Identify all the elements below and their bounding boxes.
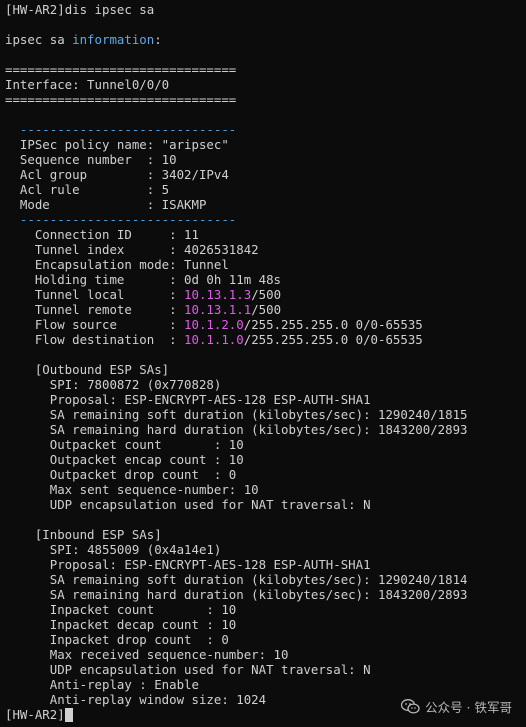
inbound-spi-text: SPI: 4855009 (0x4a14e1) — [49, 542, 222, 557]
inbound-soft-text: SA remaining soft duration (kilobytes/se… — [49, 572, 468, 587]
header-keyword: information — [72, 32, 155, 47]
command-line: [HW-AR2]dis ipsec sa — [5, 2, 526, 17]
tunnel-local-label: Tunnel local : — [34, 287, 185, 302]
connection-id-text: Connection ID : 11 — [34, 227, 199, 242]
outbound-max-seq-text: Max sent sequence-number: 10 — [49, 482, 259, 497]
command-text: dis ipsec sa — [64, 2, 155, 17]
inbound-title-text: [Inbound ESP SAs] — [34, 527, 162, 542]
tunnel-index-text: Tunnel index : 4026531842 — [34, 242, 259, 257]
policy-divider-top: ----------------------------- — [5, 122, 526, 137]
text-cursor — [64, 708, 73, 722]
policy-divider-bottom: ----------------------------- — [5, 212, 526, 227]
anti-replay: Anti-replay : Enable — [5, 677, 526, 692]
inbound-spi: SPI: 4855009 (0x4a14e1) — [5, 542, 526, 557]
connection-id-row: Connection ID : 11 — [5, 227, 526, 242]
outpacket-encap-count: Outpacket encap count : 10 — [5, 452, 526, 467]
encap-mode-text: Encapsulation mode: Tunnel — [34, 257, 229, 272]
prompt: [HW-AR2] — [5, 2, 65, 17]
acl-rule-row: Acl rule : 5 — [5, 182, 526, 197]
outbound-udp-nat: UDP encapsulation used for NAT traversal… — [5, 497, 526, 512]
outbound-proposal: Proposal: ESP-ENCRYPT-AES-128 ESP-AUTH-S… — [5, 392, 526, 407]
outpacket-drop-text: Outpacket drop count : 0 — [49, 467, 237, 482]
policy-name-text: IPSec policy name: "aripsec" — [19, 137, 229, 152]
sequence-text: Sequence number : 10 — [19, 152, 177, 167]
terminal-output[interactable]: [HW-AR2]dis ipsec sa ipsec sa informatio… — [5, 2, 526, 722]
inbound-hard-text: SA remaining hard duration (kilobytes/se… — [49, 587, 468, 602]
header-prefix: ipsec sa — [5, 32, 73, 47]
outpacket-count-text: Outpacket count : 10 — [49, 437, 244, 452]
policy-divider-bottom-rule: ----------------------------- — [19, 212, 237, 227]
watermark-text: 公众号 · 铁军哥 — [425, 700, 512, 715]
tunnel-index-row: Tunnel index : 4026531842 — [5, 242, 526, 257]
inpacket-decap-count: Inpacket decap count : 10 — [5, 617, 526, 632]
policy-name-row: IPSec policy name: "aripsec" — [5, 137, 526, 152]
outbound-title: [Outbound ESP SAs] — [5, 362, 526, 377]
watermark: 公众号 · 铁军哥 — [400, 697, 512, 716]
outbound-proposal-text: Proposal: ESP-ENCRYPT-AES-128 ESP-AUTH-S… — [49, 392, 371, 407]
outbound-spi-text: SPI: 7800872 (0x770828) — [49, 377, 222, 392]
tunnel-remote-port: /500 — [251, 302, 282, 317]
wechat-icon — [400, 699, 420, 714]
inpacket-count-text: Inpacket count : 10 — [49, 602, 237, 617]
tunnel-remote-row: Tunnel remote : 10.13.1.1/500 — [5, 302, 526, 317]
output-header: ipsec sa information: — [5, 32, 526, 47]
tunnel-local-row: Tunnel local : 10.13.1.3/500 — [5, 287, 526, 302]
flow-destination-label: Flow destination : — [34, 332, 185, 347]
inbound-title: [Inbound ESP SAs] — [5, 527, 526, 542]
mode-text: Mode : ISAKMP — [19, 197, 207, 212]
mode-row: Mode : ISAKMP — [5, 197, 526, 212]
interface-line: Interface: Tunnel0/0/0 — [5, 77, 170, 92]
inbound-max-seq-text: Max received sequence-number: 10 — [49, 647, 289, 662]
outbound-udp-text: UDP encapsulation used for NAT traversal… — [49, 497, 371, 512]
outbound-title-text: [Outbound ESP SAs] — [34, 362, 170, 377]
acl-group-row: Acl group : 3402/IPv4 — [5, 167, 526, 182]
holding-time-text: Holding time : 0d 0h 11m 48s — [34, 272, 282, 287]
tunnel-remote-label: Tunnel remote : — [34, 302, 185, 317]
anti-replay-text: Anti-replay : Enable — [49, 677, 199, 692]
separator-top: =============================== — [5, 62, 237, 77]
acl-rule-text: Acl rule : 5 — [19, 182, 170, 197]
inbound-max-seq: Max received sequence-number: 10 — [5, 647, 526, 662]
flow-source-label: Flow source : — [34, 317, 185, 332]
final-prompt: [HW-AR2] — [5, 707, 65, 722]
tunnel-local-ip: 10.13.1.3 — [184, 287, 252, 302]
outbound-spi: SPI: 7800872 (0x770828) — [5, 377, 526, 392]
inbound-soft-duration: SA remaining soft duration (kilobytes/se… — [5, 572, 526, 587]
inpacket-drop-count: Inpacket drop count : 0 — [5, 632, 526, 647]
flow-source-ip: 10.1.2.0 — [184, 317, 244, 332]
flow-source-rest: /255.255.255.0 0/0-65535 — [243, 317, 423, 332]
flow-source-row: Flow source : 10.1.2.0/255.255.255.0 0/0… — [5, 317, 526, 332]
anti-replay-window-text: Anti-replay window size: 1024 — [49, 692, 267, 707]
inpacket-count: Inpacket count : 10 — [5, 602, 526, 617]
outpacket-encap-text: Outpacket encap count : 10 — [49, 452, 244, 467]
inbound-udp-text: UDP encapsulation used for NAT traversal… — [49, 662, 371, 677]
outbound-hard-text: SA remaining hard duration (kilobytes/se… — [49, 422, 468, 437]
flow-destination-row: Flow destination : 10.1.1.0/255.255.255.… — [5, 332, 526, 347]
separator-bottom: =============================== — [5, 92, 237, 107]
inbound-proposal-text: Proposal: ESP-ENCRYPT-AES-128 ESP-AUTH-S… — [49, 557, 371, 572]
inbound-hard-duration: SA remaining hard duration (kilobytes/se… — [5, 587, 526, 602]
sequence-row: Sequence number : 10 — [5, 152, 526, 167]
tunnel-local-port: /500 — [251, 287, 282, 302]
encap-mode-row: Encapsulation mode: Tunnel — [5, 257, 526, 272]
outbound-soft-text: SA remaining soft duration (kilobytes/se… — [49, 407, 468, 422]
inpacket-drop-text: Inpacket drop count : 0 — [49, 632, 229, 647]
flow-destination-ip: 10.1.1.0 — [184, 332, 244, 347]
header-suffix: : — [154, 32, 162, 47]
inpacket-decap-text: Inpacket decap count : 10 — [49, 617, 237, 632]
inbound-udp-nat: UDP encapsulation used for NAT traversal… — [5, 662, 526, 677]
flow-destination-rest: /255.255.255.0 0/0-65535 — [243, 332, 423, 347]
outbound-max-seq: Max sent sequence-number: 10 — [5, 482, 526, 497]
outbound-hard-duration: SA remaining hard duration (kilobytes/se… — [5, 422, 526, 437]
holding-time-row: Holding time : 0d 0h 11m 48s — [5, 272, 526, 287]
outbound-soft-duration: SA remaining soft duration (kilobytes/se… — [5, 407, 526, 422]
outpacket-drop-count: Outpacket drop count : 0 — [5, 467, 526, 482]
tunnel-remote-ip: 10.13.1.1 — [184, 302, 252, 317]
inbound-proposal: Proposal: ESP-ENCRYPT-AES-128 ESP-AUTH-S… — [5, 557, 526, 572]
policy-divider-top-rule: ----------------------------- — [19, 122, 237, 137]
outpacket-count: Outpacket count : 10 — [5, 437, 526, 452]
acl-group-text: Acl group : 3402/IPv4 — [19, 167, 229, 182]
